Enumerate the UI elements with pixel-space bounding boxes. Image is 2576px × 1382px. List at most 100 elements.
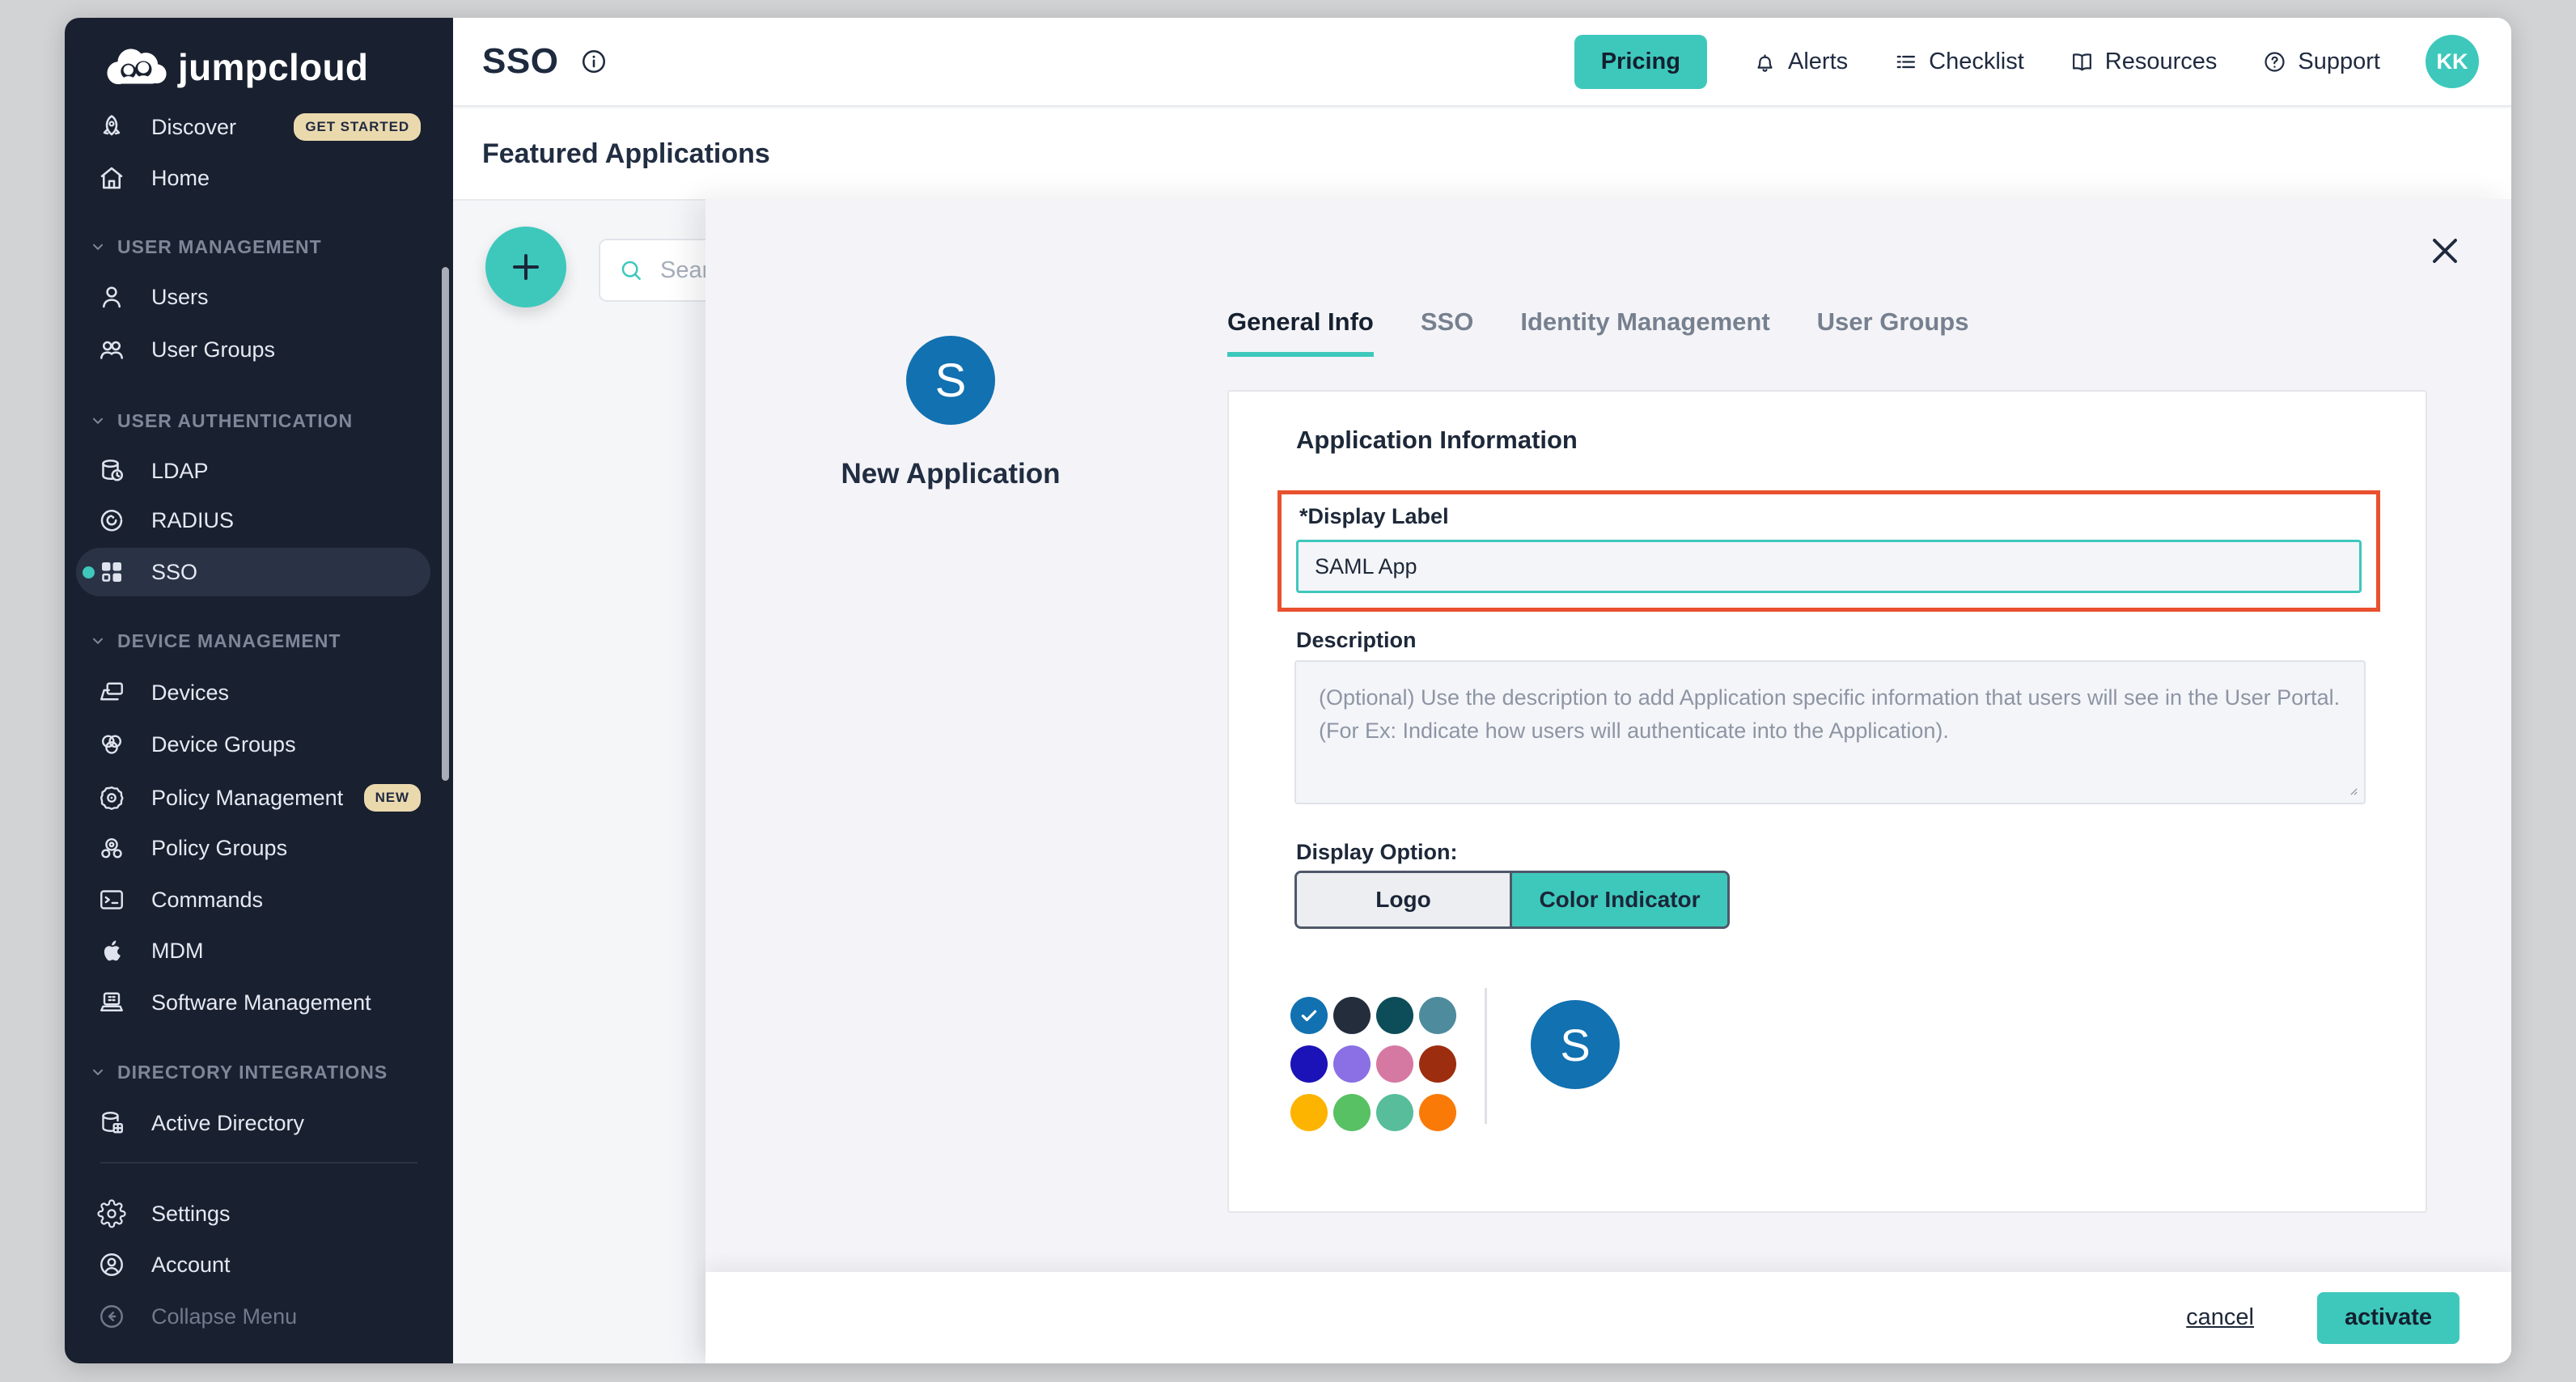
- add-application-button[interactable]: [485, 227, 566, 307]
- get-started-badge: GET STARTED: [294, 113, 421, 141]
- new-badge: NEW: [364, 784, 421, 812]
- featured-applications-bar: Featured Applications: [453, 108, 2511, 201]
- section-label: DIRECTORY INTEGRATIONS: [117, 1062, 388, 1083]
- color-swatch[interactable]: [1290, 1094, 1328, 1131]
- sidebar-item-label: Users: [151, 285, 209, 310]
- plus-icon: [506, 248, 545, 286]
- section-label: USER AUTHENTICATION: [117, 410, 353, 432]
- rocket-icon: [97, 112, 126, 142]
- application-information-card: Application Information *Display Label D…: [1227, 390, 2427, 1213]
- chevron-down-icon: [89, 1063, 107, 1081]
- resize-handle-icon[interactable]: [2344, 782, 2360, 798]
- sidebar-item-settings[interactable]: Settings: [65, 1188, 453, 1240]
- color-swatch-selected[interactable]: [1290, 997, 1328, 1034]
- sidebar-item-devices[interactable]: Devices: [65, 667, 453, 719]
- sidebar-section-user-management[interactable]: USER MANAGEMENT: [89, 231, 322, 263]
- tab-sso[interactable]: SSO: [1421, 307, 1473, 357]
- alerts-button[interactable]: Alerts: [1752, 49, 1848, 75]
- home-icon: [97, 163, 126, 193]
- modal-tabs: General Info SSO Identity Management Use…: [1227, 307, 1968, 357]
- sidebar-item-label: Commands: [151, 888, 263, 913]
- swatch-preview-divider: [1485, 988, 1487, 1124]
- sidebar-item-sso[interactable]: SSO: [65, 546, 453, 598]
- modal-footer: cancel activate: [705, 1272, 2511, 1363]
- sidebar-item-user-groups[interactable]: User Groups: [65, 324, 453, 375]
- sidebar-divider: [100, 1162, 417, 1164]
- tab-identity-management[interactable]: Identity Management: [1520, 307, 1769, 357]
- display-label-label: *Display Label: [1299, 504, 1449, 529]
- support-label: Support: [2298, 49, 2380, 75]
- sidebar-item-account[interactable]: Account: [65, 1239, 453, 1291]
- color-swatch[interactable]: [1419, 1045, 1456, 1083]
- description-label: Description: [1296, 628, 1417, 653]
- database-windows-icon: [97, 1109, 126, 1138]
- jumpcloud-cloud-icon: [105, 46, 167, 88]
- sidebar-item-label: LDAP: [151, 459, 209, 484]
- sidebar-item-users[interactable]: Users: [65, 271, 453, 323]
- sidebar-item-software-management[interactable]: Software Management: [65, 977, 453, 1028]
- bell-icon: [1752, 49, 1777, 74]
- resources-button[interactable]: Resources: [2070, 49, 2218, 75]
- book-icon: [2070, 49, 2095, 74]
- main-area: SSO Pricing Alerts Checklist Resources: [453, 18, 2511, 1363]
- color-swatch[interactable]: [1333, 997, 1371, 1034]
- card-heading: Application Information: [1296, 426, 1578, 455]
- section-label: USER MANAGEMENT: [117, 236, 322, 258]
- close-icon[interactable]: [2424, 230, 2466, 272]
- tab-user-groups[interactable]: User Groups: [1817, 307, 1969, 357]
- alerts-label: Alerts: [1788, 49, 1848, 75]
- sidebar-item-active-directory[interactable]: Active Directory: [65, 1097, 453, 1149]
- sidebar-item-label: Policy Management: [151, 786, 343, 811]
- sidebar-item-label: Account: [151, 1253, 231, 1278]
- jumpcloud-logo[interactable]: jumpcloud: [105, 45, 368, 89]
- new-application-panel: S New Application General Info SSO Ident…: [705, 199, 2511, 1363]
- cancel-link[interactable]: cancel: [2186, 1304, 2254, 1331]
- sidebar-section-user-authentication[interactable]: USER AUTHENTICATION: [89, 405, 353, 437]
- sidebar-item-discover[interactable]: Discover GET STARTED: [65, 101, 453, 153]
- color-swatch[interactable]: [1333, 1045, 1371, 1083]
- description-textarea[interactable]: [1294, 660, 2366, 804]
- check-icon: [1299, 1005, 1320, 1026]
- color-indicator-option-button[interactable]: Color Indicator: [1512, 873, 1727, 926]
- color-swatch[interactable]: [1376, 1045, 1413, 1083]
- sidebar-section-device-management[interactable]: DEVICE MANAGEMENT: [89, 625, 341, 657]
- sidebar-item-home[interactable]: Home: [65, 152, 453, 204]
- chevron-down-icon: [89, 412, 107, 430]
- sidebar-item-mdm[interactable]: MDM: [65, 925, 453, 977]
- logo-option-button[interactable]: Logo: [1297, 873, 1512, 926]
- sidebar-item-label: Software Management: [151, 990, 371, 1015]
- color-swatch[interactable]: [1376, 997, 1413, 1034]
- app-window: jumpcloud Discover GET STARTED Home USER…: [65, 18, 2511, 1363]
- pricing-button[interactable]: Pricing: [1574, 35, 1707, 89]
- sidebar-item-collapse-menu[interactable]: Collapse Menu: [65, 1291, 453, 1342]
- display-label-annotation-box: *Display Label: [1277, 490, 2380, 612]
- users-icon: [97, 335, 126, 364]
- venn-icon: [97, 730, 126, 759]
- sidebar-item-label: MDM: [151, 939, 203, 964]
- sidebar-scrollbar[interactable]: [442, 267, 449, 781]
- checklist-label: Checklist: [1929, 49, 2024, 75]
- user-avatar[interactable]: KK: [2426, 35, 2479, 88]
- active-indicator-dot: [83, 566, 95, 579]
- support-button[interactable]: Support: [2262, 49, 2380, 75]
- color-swatch[interactable]: [1419, 997, 1456, 1034]
- display-label-input[interactable]: [1296, 540, 2362, 593]
- sidebar-item-policy-management[interactable]: Policy Management NEW: [65, 772, 453, 824]
- terminal-icon: [97, 885, 126, 914]
- checklist-button[interactable]: Checklist: [1893, 49, 2024, 75]
- color-swatch[interactable]: [1290, 1045, 1328, 1083]
- sidebar-item-policy-groups[interactable]: Policy Groups: [65, 822, 453, 874]
- color-swatch[interactable]: [1419, 1094, 1456, 1131]
- sidebar-item-commands[interactable]: Commands: [65, 874, 453, 926]
- sidebar-item-radius[interactable]: RADIUS: [65, 494, 453, 546]
- color-swatch[interactable]: [1333, 1094, 1371, 1131]
- sidebar-item-ldap[interactable]: LDAP: [65, 445, 453, 497]
- activate-button[interactable]: activate: [2317, 1292, 2459, 1344]
- sidebar-item-device-groups[interactable]: Device Groups: [65, 719, 453, 770]
- color-palette: [1290, 997, 1456, 1131]
- tab-general-info[interactable]: General Info: [1227, 307, 1374, 357]
- sidebar-section-directory-integrations[interactable]: DIRECTORY INTEGRATIONS: [89, 1056, 388, 1088]
- account-icon: [97, 1250, 126, 1279]
- color-swatch[interactable]: [1376, 1094, 1413, 1131]
- info-icon[interactable]: [579, 47, 608, 76]
